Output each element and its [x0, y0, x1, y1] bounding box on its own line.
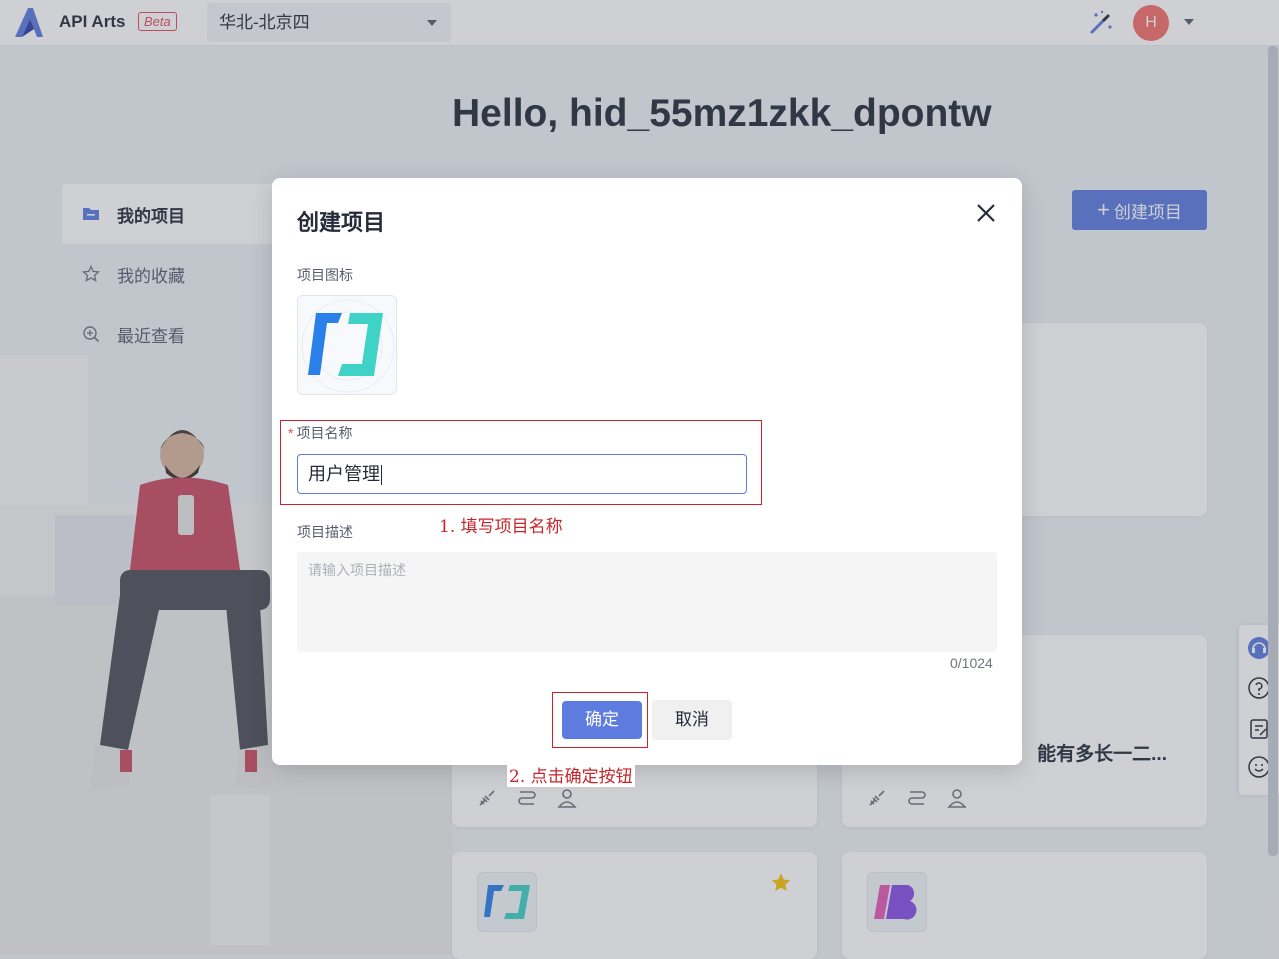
annotation-step1: 1. 填写项目名称	[437, 512, 565, 537]
project-logo-icon	[301, 299, 395, 393]
dialog-title: 创建项目	[297, 210, 386, 235]
project-desc-textarea[interactable]: 请输入项目描述	[297, 552, 997, 652]
project-desc-label: 项目描述	[297, 524, 353, 540]
annotation-step2: 2. 点击确定按钮	[507, 762, 635, 787]
cancel-button[interactable]: 取消	[652, 700, 732, 740]
close-icon[interactable]	[973, 200, 999, 226]
char-counter: 0/1024	[950, 655, 993, 671]
project-icon-picker[interactable]	[297, 295, 397, 395]
annotation-box-confirm	[552, 692, 648, 748]
annotation-box-name	[280, 420, 762, 505]
desc-placeholder: 请输入项目描述	[308, 562, 406, 578]
project-icon-label: 项目图标	[297, 267, 353, 283]
